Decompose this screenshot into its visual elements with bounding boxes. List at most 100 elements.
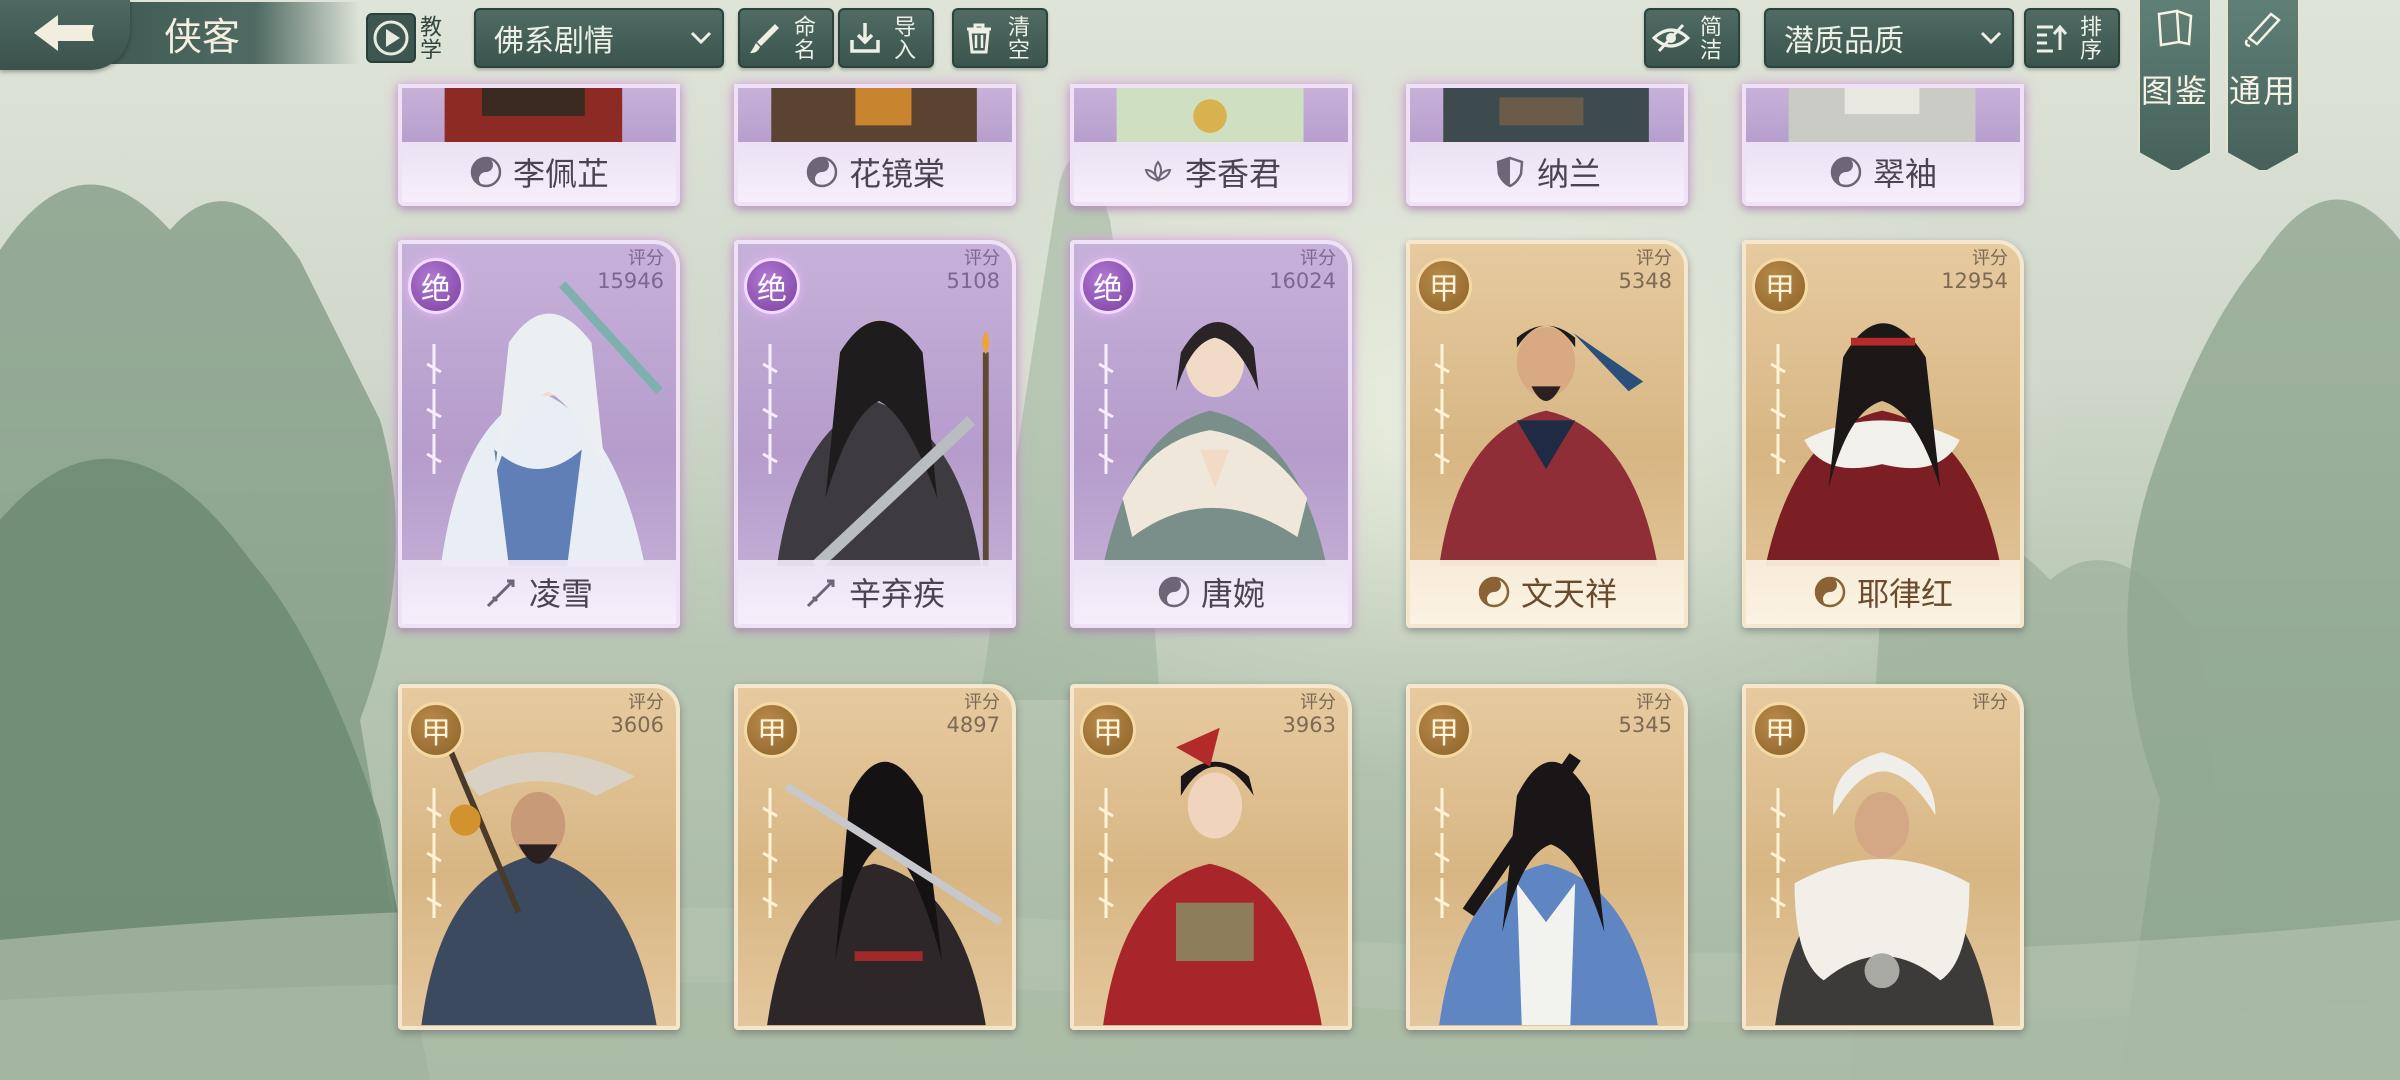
hero-card[interactable]: 评分 5108 绝 辛弃疾 — [734, 240, 1016, 628]
score-label: 评分 — [1300, 692, 1336, 713]
hero-name-plate: 李香君 — [1074, 142, 1348, 202]
rank-badge: 甲 — [408, 702, 464, 758]
clear-label: 清空 — [1004, 15, 1029, 61]
hero-name-plate: 李佩芷 — [402, 142, 676, 202]
star-slots — [1422, 344, 1462, 484]
star-slots — [1086, 788, 1126, 928]
brief-toggle-button[interactable]: 简洁 — [1644, 8, 1740, 68]
taiji-icon — [1829, 155, 1863, 189]
hero-card[interactable]: 评分 5345 甲 — [1406, 684, 1688, 1030]
taiji-icon — [1157, 575, 1191, 609]
hero-score: 评分 3606 — [611, 692, 664, 736]
score-label: 评分 — [628, 248, 664, 269]
hero-score: 评分 — [1972, 692, 2008, 714]
codex-banner[interactable]: 图鉴 — [2138, 0, 2212, 172]
page-title-plate: 侠客 — [100, 2, 360, 64]
sort-button[interactable]: 排序 — [2024, 8, 2120, 68]
hero-name-plate: 辛弃疾 — [738, 560, 1012, 624]
hero-name-plate: 花镜棠 — [738, 142, 1012, 202]
taiji-icon — [469, 155, 503, 189]
hero-card[interactable]: 花镜棠 — [734, 84, 1016, 206]
score-label: 评分 — [1636, 692, 1672, 713]
sort-label: 排序 — [2076, 15, 2101, 61]
general-banner[interactable]: 通用 — [2226, 0, 2300, 172]
hero-name-plate: 耶律红 — [1746, 560, 2020, 624]
rank-badge: 甲 — [1752, 702, 1808, 758]
page-title: 侠客 — [164, 14, 241, 59]
brush-icon — [740, 13, 790, 63]
hero-name: 耶律红 — [1856, 575, 1953, 613]
hero-score: 评分 3963 — [1283, 692, 1336, 736]
codex-label: 图鉴 — [2140, 72, 2209, 110]
rank-badge: 甲 — [1080, 702, 1136, 758]
rename-button[interactable]: 命名 — [738, 8, 834, 68]
star-slots — [414, 788, 454, 928]
star-slots — [1086, 344, 1126, 484]
hero-card[interactable]: 评分 4897 甲 — [734, 684, 1016, 1030]
rank-badge: 甲 — [1752, 258, 1808, 314]
rank-badge: 绝 — [408, 258, 464, 314]
hero-card[interactable]: 李香君 — [1070, 84, 1352, 206]
hero-name: 凌雪 — [528, 575, 593, 613]
hero-card[interactable]: 评分 甲 — [1742, 684, 2024, 1030]
trash-icon — [954, 13, 1004, 63]
rank-badge: 甲 — [1416, 258, 1472, 314]
sword-icon — [805, 575, 839, 609]
hero-name: 花镜棠 — [848, 155, 945, 193]
star-slots — [750, 788, 790, 928]
brief-label: 简洁 — [1696, 15, 1721, 61]
faction-dropdown[interactable]: 佛系剧情 — [474, 8, 724, 68]
book-icon — [2153, 8, 2197, 52]
star-slots — [750, 344, 790, 484]
hero-card[interactable]: 评分 5348 甲 文天祥 — [1406, 240, 1688, 628]
score-label: 评分 — [964, 692, 1000, 713]
hero-card[interactable]: 评分 12954 甲 耶律红 — [1742, 240, 2024, 628]
score-value: 5348 — [1618, 269, 1672, 293]
score-label: 评分 — [1300, 248, 1336, 269]
hero-name-plate: 纳兰 — [1410, 142, 1684, 202]
hero-score: 评分 4897 — [947, 692, 1000, 736]
clear-button[interactable]: 清空 — [952, 8, 1048, 68]
back-button[interactable] — [0, 0, 130, 70]
hero-card[interactable]: 李佩芷 — [398, 84, 680, 206]
hero-card[interactable]: 评分 3606 甲 — [398, 684, 680, 1030]
lotus-icon — [1141, 155, 1175, 189]
star-slots — [1758, 788, 1798, 928]
hero-name-plate: 凌雪 — [402, 560, 676, 624]
hero-card[interactable]: 评分 15946 绝 凌雪 — [398, 240, 680, 628]
taiji-icon — [1477, 575, 1511, 609]
import-icon — [840, 13, 890, 63]
eye-slash-icon — [1646, 13, 1696, 63]
hero-card[interactable]: 纳兰 — [1406, 84, 1688, 206]
hero-name-plate: 文天祥 — [1410, 560, 1684, 624]
hero-name: 李佩芷 — [512, 155, 609, 193]
chevron-down-icon — [680, 30, 722, 46]
tutorial-label: 教学 — [416, 15, 441, 61]
hero-card[interactable]: 评分 3963 甲 — [1070, 684, 1352, 1030]
rename-label: 命名 — [790, 15, 815, 61]
hero-name-plate: 翠袖 — [1746, 142, 2020, 202]
tutorial-button[interactable]: 教学 — [366, 8, 462, 68]
quality-dropdown[interactable]: 潜质品质 — [1764, 8, 2014, 68]
score-value: 3606 — [610, 713, 664, 737]
taiji-icon — [805, 155, 839, 189]
hero-score: 评分 15946 — [597, 248, 664, 292]
score-value: 3963 — [1282, 713, 1336, 737]
shield-icon — [1493, 155, 1527, 189]
score-value: 4897 — [946, 713, 1000, 737]
hero-name: 李香君 — [1184, 155, 1281, 193]
play-icon — [366, 13, 416, 63]
hero-name: 翠袖 — [1872, 155, 1937, 193]
sort-icon — [2026, 13, 2076, 63]
import-button[interactable]: 导入 — [838, 8, 934, 68]
hero-score: 评分 16024 — [1269, 248, 1336, 292]
score-label: 评分 — [628, 692, 664, 713]
hero-card[interactable]: 翠袖 — [1742, 84, 2024, 206]
score-value: 5345 — [1618, 713, 1672, 737]
hero-score: 评分 5345 — [1619, 692, 1672, 736]
hero-name: 辛弃疾 — [848, 575, 945, 613]
hero-score: 评分 5348 — [1619, 248, 1672, 292]
hero-name: 唐婉 — [1200, 575, 1265, 613]
rank-badge: 绝 — [1080, 258, 1136, 314]
hero-card[interactable]: 评分 16024 绝 唐婉 — [1070, 240, 1352, 628]
